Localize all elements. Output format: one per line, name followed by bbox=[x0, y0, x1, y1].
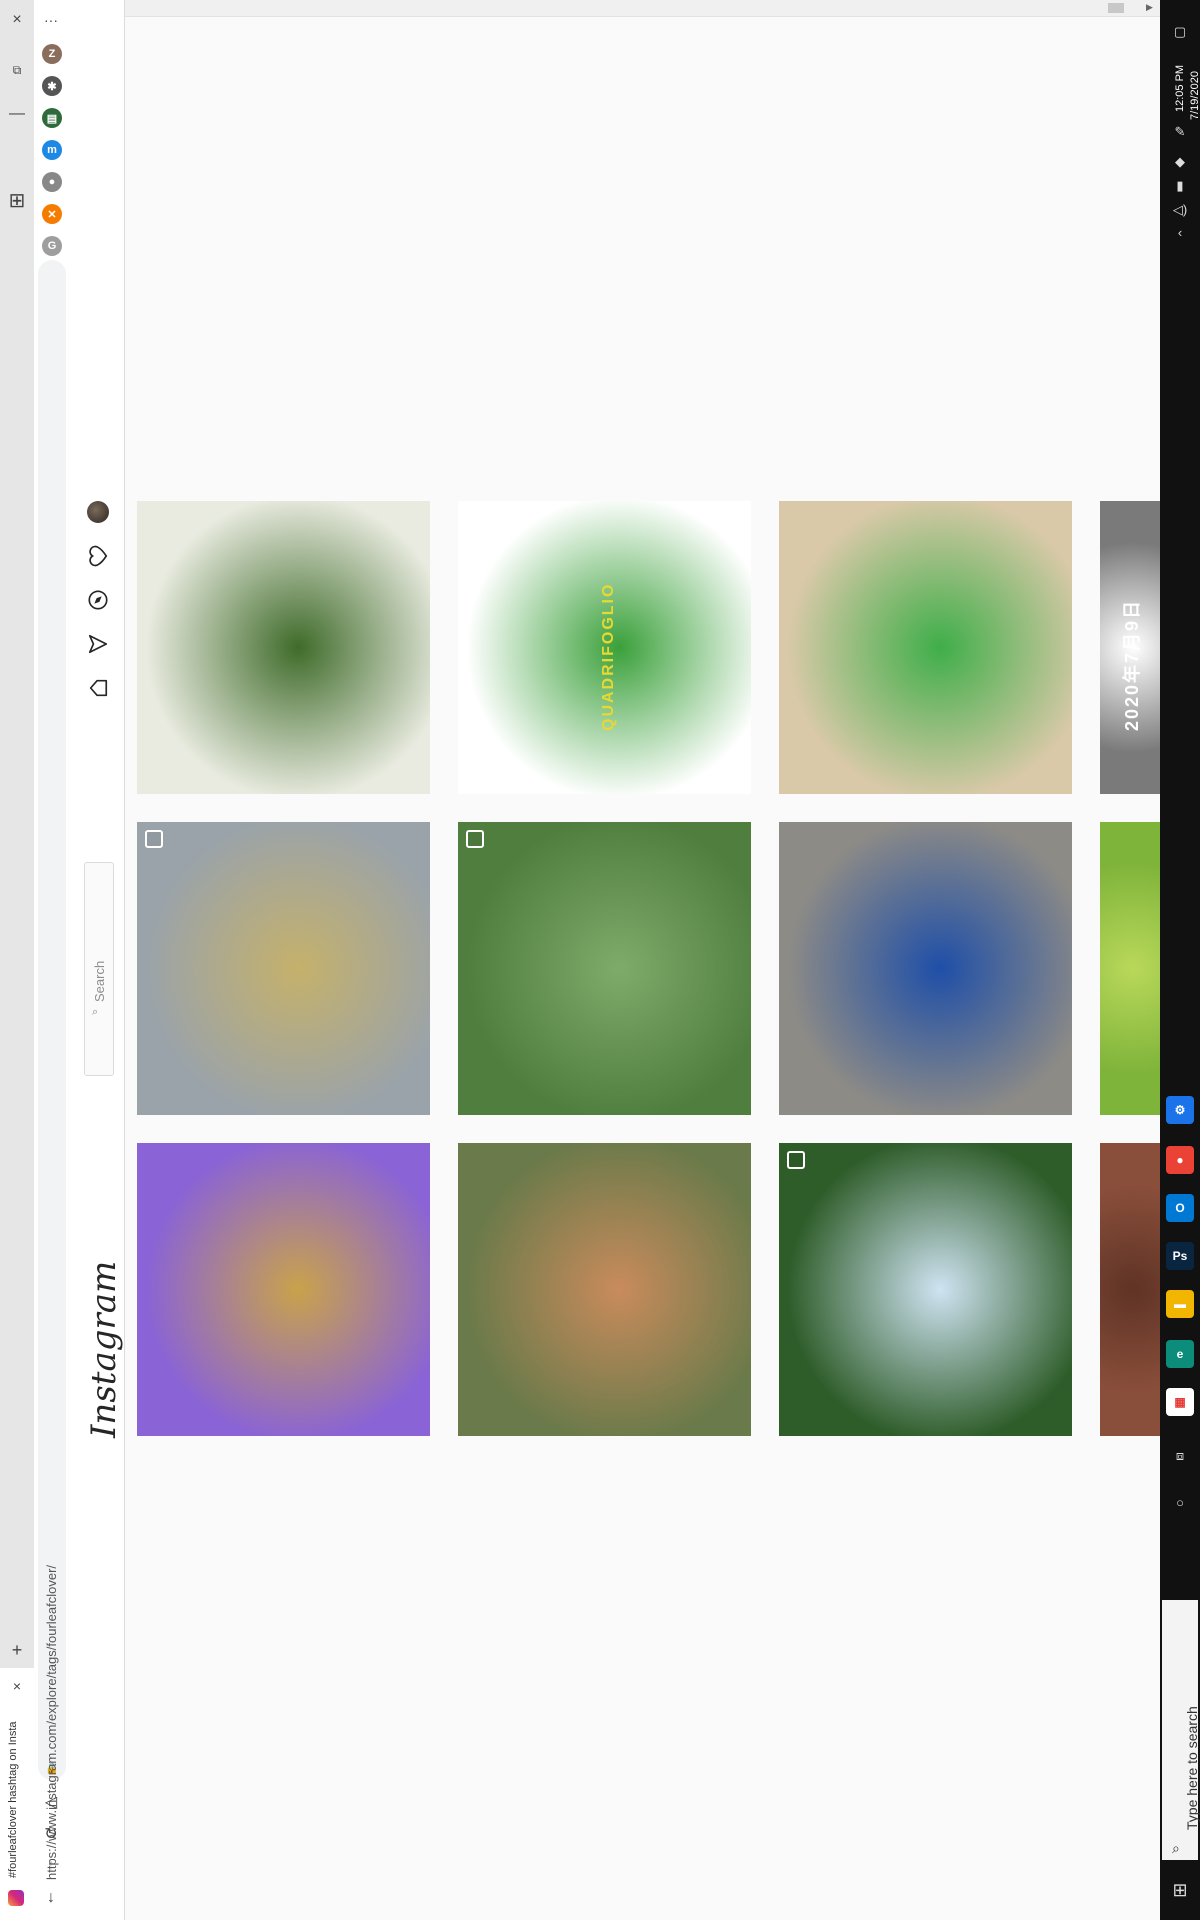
taskbar-search-icon: ⌕ bbox=[1172, 1840, 1180, 1856]
multi-photo-icon bbox=[466, 830, 484, 848]
taskbar-chrome-icon[interactable]: ● bbox=[1166, 1146, 1194, 1174]
extension-ext-g-icon[interactable]: G bbox=[42, 236, 62, 256]
extension-puzzle-icon[interactable]: ✱ bbox=[42, 76, 62, 96]
action-center-icon[interactable]: ▢ bbox=[1170, 22, 1190, 42]
taskbar-outlook-icon[interactable]: O bbox=[1166, 1194, 1194, 1222]
photo-tile[interactable] bbox=[779, 501, 1072, 794]
dropbox-icon[interactable]: ◆ bbox=[1170, 152, 1190, 172]
task-view-icon[interactable]: ⧈ bbox=[1170, 1446, 1190, 1466]
search-placeholder: Search bbox=[92, 960, 107, 1002]
multi-photo-icon bbox=[145, 830, 163, 848]
minimize-window-icon[interactable]: — bbox=[0, 100, 34, 128]
pen-icon[interactable]: ✎ bbox=[1170, 122, 1190, 142]
chevron-up-icon[interactable]: ‹ bbox=[1170, 222, 1190, 242]
avatar[interactable] bbox=[84, 498, 112, 526]
restore-window-icon[interactable]: ⧉ bbox=[0, 56, 34, 84]
url-text[interactable]: https://www.instagram.com/explore/tags/f… bbox=[44, 1565, 59, 1880]
cortana-icon[interactable]: ○ bbox=[1170, 1492, 1190, 1512]
home-icon[interactable] bbox=[84, 674, 112, 702]
browser-tab-strip: × ⧉ — ⊞ + × bbox=[0, 0, 35, 1920]
photo-tile[interactable] bbox=[137, 1143, 430, 1436]
photo-caption-text: QUADRIFOGLIO bbox=[600, 582, 617, 731]
extension-ext-blue-icon[interactable]: m bbox=[42, 140, 62, 160]
taskbar-edge-icon[interactable]: e bbox=[1166, 1340, 1194, 1368]
photo-tile[interactable] bbox=[779, 822, 1072, 1115]
horizontal-scrollbar[interactable]: ◀ ▶ bbox=[70, 0, 1160, 17]
tab-title: #fourleafclover hashtag on Insta bbox=[7, 1721, 19, 1878]
photo-tile[interactable]: QUADRIFOGLIO bbox=[458, 501, 751, 794]
close-tab-icon[interactable]: × bbox=[0, 1672, 34, 1700]
extension-ext-orange-icon[interactable]: ✕ bbox=[42, 204, 62, 224]
battery-icon[interactable]: ▮ bbox=[1170, 176, 1190, 196]
extension-profile-icon[interactable]: Z bbox=[42, 44, 62, 64]
taskbar-store-icon[interactable]: ▦ bbox=[1166, 1388, 1194, 1416]
photo-tile[interactable] bbox=[1100, 1143, 1160, 1436]
explore-compass-icon[interactable] bbox=[84, 586, 112, 614]
activity-heart-icon[interactable] bbox=[84, 542, 112, 570]
direct-messages-icon[interactable] bbox=[84, 630, 112, 658]
taskbar-search-placeholder: Type here to search bbox=[1184, 1706, 1200, 1830]
photo-tile[interactable] bbox=[779, 1143, 1072, 1436]
menu-icon[interactable]: ··· bbox=[34, 6, 68, 34]
new-tab-button[interactable]: + bbox=[0, 1636, 34, 1664]
photo-tile[interactable] bbox=[458, 822, 751, 1115]
tab-actions-icon[interactable]: ⊞ bbox=[0, 186, 34, 214]
instagram-favicon-icon bbox=[8, 1890, 24, 1906]
multi-photo-icon bbox=[787, 1151, 805, 1169]
taskbar-photoshop-icon[interactable]: Ps bbox=[1166, 1242, 1194, 1270]
extension-ext-landscape-icon[interactable]: ▤ bbox=[42, 108, 62, 128]
photo-tile[interactable] bbox=[137, 822, 430, 1115]
volume-icon[interactable]: ◁) bbox=[1170, 200, 1190, 220]
windows-start-icon[interactable]: ⊞ bbox=[1170, 1880, 1190, 1900]
address-bar[interactable] bbox=[38, 260, 66, 1780]
photo-tile[interactable] bbox=[137, 501, 430, 794]
clock-date[interactable]: 7/19/2020 bbox=[1189, 71, 1200, 120]
extension-ext-grey-icon[interactable]: ● bbox=[42, 172, 62, 192]
photo-tile[interactable]: 2020年7月9日 bbox=[1100, 501, 1160, 794]
photo-caption-text: 2020年7月9日 bbox=[1122, 598, 1142, 731]
photo-tile[interactable] bbox=[458, 1143, 751, 1436]
search-icon: ⌕ bbox=[92, 1006, 99, 1018]
scroll-thumb[interactable] bbox=[1108, 3, 1124, 13]
clock-time[interactable]: 12:05 PM bbox=[1174, 65, 1186, 112]
close-window-icon[interactable]: × bbox=[0, 6, 34, 34]
instagram-logo[interactable]: Instagram bbox=[84, 1261, 124, 1438]
scroll-right-icon[interactable]: ▶ bbox=[1146, 2, 1153, 13]
taskbar-file-explorer-icon[interactable]: ▬ bbox=[1166, 1290, 1194, 1318]
taskbar-settings-icon[interactable]: ⚙ bbox=[1166, 1096, 1194, 1124]
photo-tile[interactable] bbox=[1100, 822, 1160, 1115]
download-icon[interactable]: ↓ bbox=[34, 1884, 68, 1912]
